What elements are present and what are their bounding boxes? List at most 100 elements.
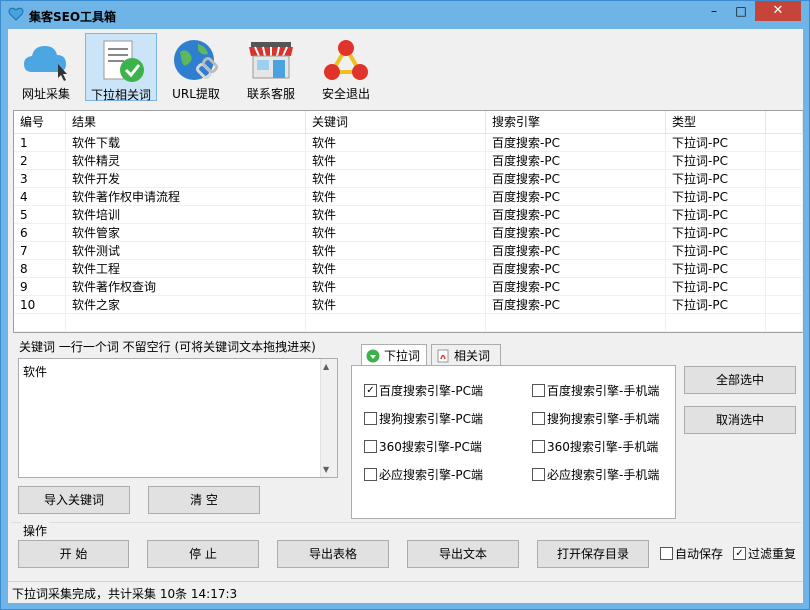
toolbar-related-words-button[interactable]: 下拉相关词 <box>85 33 157 102</box>
table-row[interactable]: 7 软件测试 软件 百度搜索-PC 下拉词-PC <box>14 242 803 260</box>
scroll-down-icon[interactable]: ▼ <box>323 465 329 474</box>
table-row[interactable]: 4 软件著作权申请流程 软件 百度搜索-PC 下拉词-PC <box>14 188 803 206</box>
toolbar-label: 网址采集 <box>21 87 70 101</box>
table-row[interactable] <box>14 314 803 332</box>
import-keywords-button[interactable]: 导入关键词 <box>18 486 130 514</box>
checkbox[interactable] <box>532 384 545 397</box>
checkbox[interactable] <box>364 468 377 481</box>
column-header-type[interactable]: 类型 <box>666 111 766 133</box>
table-cell <box>766 152 803 170</box>
export-text-button[interactable]: 导出文本 <box>407 540 519 568</box>
checkbox[interactable] <box>364 440 377 453</box>
table-row[interactable]: 9 软件著作权查询 软件 百度搜索-PC 下拉词-PC <box>14 278 803 296</box>
table-cell <box>766 314 803 332</box>
tab-related-words[interactable]: 相关词 <box>431 344 501 366</box>
window-title: 集客SEO工具箱 <box>29 10 117 24</box>
app-logo-icon <box>8 7 24 21</box>
table-cell: 下拉词-PC <box>666 260 766 278</box>
column-header-engine[interactable]: 搜索引擎 <box>486 111 666 133</box>
table-row[interactable]: 1 软件下载 软件 百度搜索-PC 下拉词-PC <box>14 134 803 152</box>
table-cell: 软件 <box>306 278 486 296</box>
toolbar-exit-button[interactable]: 安全退出 <box>310 33 382 101</box>
shop-icon <box>249 42 293 79</box>
keyword-scrollbar[interactable]: ▲ ▼ <box>320 359 337 477</box>
checkbox[interactable]: ✓ <box>733 547 746 560</box>
toolbar-url-extract-button[interactable]: URL提取 <box>160 33 232 101</box>
keyword-text: 软件 <box>23 365 48 379</box>
table-cell: 软件 <box>306 188 486 206</box>
table-cell: 下拉词-PC <box>666 152 766 170</box>
checkbox[interactable] <box>532 440 545 453</box>
checkbox[interactable]: ✓ <box>364 384 377 397</box>
select-all-button[interactable]: 全部选中 <box>684 366 796 394</box>
toolbar-contact-button[interactable]: 联系客服 <box>235 33 307 101</box>
table-row[interactable]: 3 软件开发 软件 百度搜索-PC 下拉词-PC <box>14 170 803 188</box>
table-row[interactable]: 8 软件工程 软件 百度搜索-PC 下拉词-PC <box>14 260 803 278</box>
table-cell: 软件工程 <box>66 260 306 278</box>
table-cell: 百度搜索-PC <box>486 188 666 206</box>
table-row[interactable]: 10 软件之家 软件 百度搜索-PC 下拉词-PC <box>14 296 803 314</box>
clear-button[interactable]: 清 空 <box>148 486 260 514</box>
client-area: 网址采集 下拉相关词 URL提取 联系客服 安全退出 编号 结果 关键词 搜索引… <box>8 29 804 603</box>
table-cell: 10 <box>14 296 66 314</box>
table-cell <box>306 314 486 332</box>
table-cell: 下拉词-PC <box>666 224 766 242</box>
checkbox[interactable] <box>532 412 545 425</box>
table-cell: 软件 <box>306 134 486 152</box>
tab-label: 相关词 <box>454 349 491 363</box>
column-header-keyword[interactable]: 关键词 <box>306 111 486 133</box>
checkbox[interactable] <box>532 468 545 481</box>
keyword-group: 关键词 一行一个词 不留空行 (可将关键词文本拖拽进来) 软件 ▲ ▼ 导入关键… <box>11 338 341 520</box>
table-cell: 9 <box>14 278 66 296</box>
scroll-up-icon[interactable]: ▲ <box>323 362 329 371</box>
column-header-filler <box>766 111 803 133</box>
table-cell: 百度搜索-PC <box>486 206 666 224</box>
toolbar-label: 联系客服 <box>246 87 295 101</box>
results-table[interactable]: 编号 结果 关键词 搜索引擎 类型 1 软件下载 软件 百度搜索-PC 下拉词-PC 2 软… <box>13 110 804 333</box>
table-cell: 百度搜索-PC <box>486 278 666 296</box>
table-cell: 2 <box>14 152 66 170</box>
table-row[interactable]: 2 软件精灵 软件 百度搜索-PC 下拉词-PC <box>14 152 803 170</box>
option-label: 百度搜索引擎-手机端 <box>547 384 660 398</box>
table-cell: 下拉词-PC <box>666 242 766 260</box>
table-cell: 软件 <box>306 260 486 278</box>
option-label: 自动保存 <box>675 547 724 561</box>
close-button[interactable]: ✕ <box>755 1 801 21</box>
tab-dropdown-words[interactable]: 下拉词 <box>361 344 427 366</box>
open-save-dir-button[interactable]: 打开保存目录 <box>537 540 649 568</box>
maximize-button[interactable]: □ <box>728 1 754 21</box>
title-bar[interactable]: 集客SEO工具箱 – □ ✕ <box>1 1 809 29</box>
column-header-result[interactable]: 结果 <box>66 111 306 133</box>
keyword-textarea[interactable]: 软件 ▲ ▼ <box>18 358 338 478</box>
table-cell: 百度搜索-PC <box>486 152 666 170</box>
column-header-id[interactable]: 编号 <box>14 111 66 133</box>
table-cell: 软件 <box>306 224 486 242</box>
deselect-all-button[interactable]: 取消选中 <box>684 406 796 434</box>
table-cell: 软件开发 <box>66 170 306 188</box>
table-cell <box>766 224 803 242</box>
checkbox[interactable] <box>660 547 673 560</box>
stop-button[interactable]: 停 止 <box>147 540 259 568</box>
option-label: 过滤重复 <box>748 547 797 561</box>
keyword-group-legend: 关键词 一行一个词 不留空行 (可将关键词文本拖拽进来) <box>17 338 318 355</box>
table-row[interactable]: 6 软件管家 软件 百度搜索-PC 下拉词-PC <box>14 224 803 242</box>
table-cell: 软件测试 <box>66 242 306 260</box>
start-button[interactable]: 开 始 <box>18 540 129 568</box>
table-cell: 4 <box>14 188 66 206</box>
option-label: 360搜索引擎-手机端 <box>547 440 659 454</box>
export-table-button[interactable]: 导出表格 <box>277 540 389 568</box>
toolbar-label: 安全退出 <box>321 87 370 101</box>
table-cell <box>14 314 66 332</box>
tab-label: 下拉词 <box>384 349 421 363</box>
table-row[interactable]: 5 软件培训 软件 百度搜索-PC 下拉词-PC <box>14 206 803 224</box>
minimize-button[interactable]: – <box>701 1 727 21</box>
down-arrow-circle-icon <box>366 349 380 363</box>
toolbar-url-collect-button[interactable]: 网址采集 <box>10 33 82 101</box>
operation-legend: 操作 <box>21 522 50 539</box>
checkbox[interactable] <box>364 412 377 425</box>
table-cell: 1 <box>14 134 66 152</box>
table-cell: 百度搜索-PC <box>486 170 666 188</box>
table-cell: 软件 <box>306 296 486 314</box>
option-label: 360搜索引擎-PC端 <box>379 440 482 454</box>
table-cell: 百度搜索-PC <box>486 296 666 314</box>
